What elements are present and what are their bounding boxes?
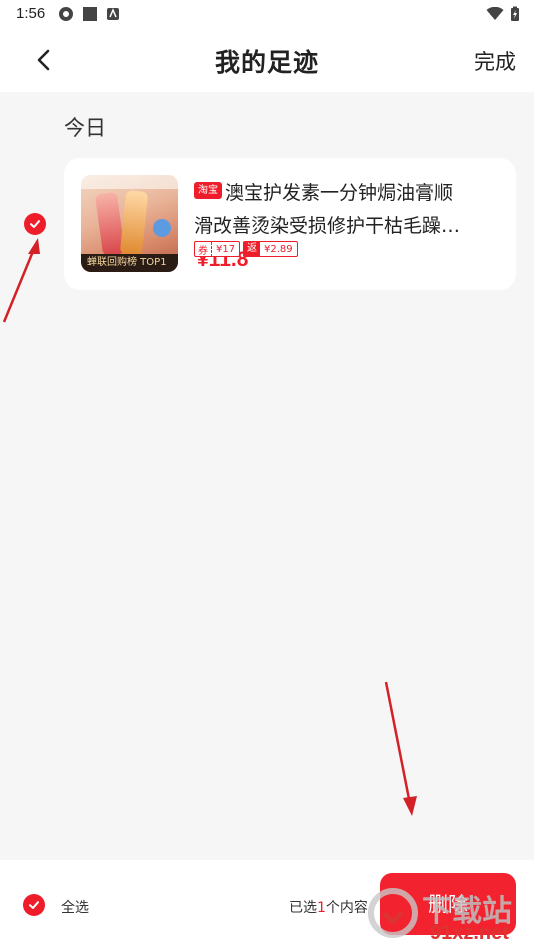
select-all-checkbox[interactable] [23,894,45,916]
product-tube-orange [119,190,149,256]
selected-count: 1 [317,900,326,916]
platform-tag: 淘宝 [194,182,222,199]
selected-suffix: 个内容 [325,900,368,916]
checkmark-icon [29,901,39,909]
page-title: 我的足迹 [214,48,319,77]
annotation-arrow-delete [384,681,417,816]
selected-prefix: 已选 [289,900,317,916]
rebate-key: 返 [244,242,260,256]
status-icons-right [486,6,520,22]
status-icons-left [58,6,120,22]
app-notification-icon [107,8,119,20]
checkmark-icon [30,220,40,228]
rebate-value: ¥2.89 [264,243,293,255]
wifi-icon [486,7,504,20]
delete-button[interactable]: 删除 [380,873,516,935]
section-date-label: 今日 [64,116,106,140]
coupon-value: ¥17 [216,243,236,255]
product-thumbnail[interactable]: 蝉联回购榜 TOP1 [81,175,178,272]
product-title-line2: 滑改善烫染受损修护干枯毛躁… [194,215,461,237]
thumbnail-banner: 蝉联回购榜 TOP1 [81,254,178,272]
bottom-action-bar: 全选 已选1个内容 删除 [0,860,534,950]
product-title-line1: 澳宝护发素一分钟焗油膏顺 [225,182,454,204]
item-checkbox[interactable] [24,213,46,235]
selected-count-text: 已选1个内容 [289,897,368,917]
rebate-badge: 返 ¥2.89 [243,241,298,257]
history-item-card[interactable]: 蝉联回购榜 TOP1 淘宝 澳宝护发素一分钟焗油膏顺 滑改善烫染受损修护干枯毛躁… [64,158,516,290]
square-icon [83,7,97,21]
thumbnail-badge-icon [153,219,171,237]
status-bar: 1:56 [0,0,534,28]
status-time: 1:56 [16,5,46,22]
nav-bar: 我的足迹 完成 [0,28,534,92]
done-button[interactable]: 完成 [474,46,516,76]
coupon-badge: 券 ¥17 [194,241,241,257]
aperture-icon [59,7,73,21]
annotation-arrow-checkbox [2,238,40,323]
thumbnail-header-strip [81,175,178,189]
coupon-key: 券 [195,241,212,257]
select-all-label[interactable]: 全选 [61,897,89,917]
battery-charging-icon [511,6,519,21]
